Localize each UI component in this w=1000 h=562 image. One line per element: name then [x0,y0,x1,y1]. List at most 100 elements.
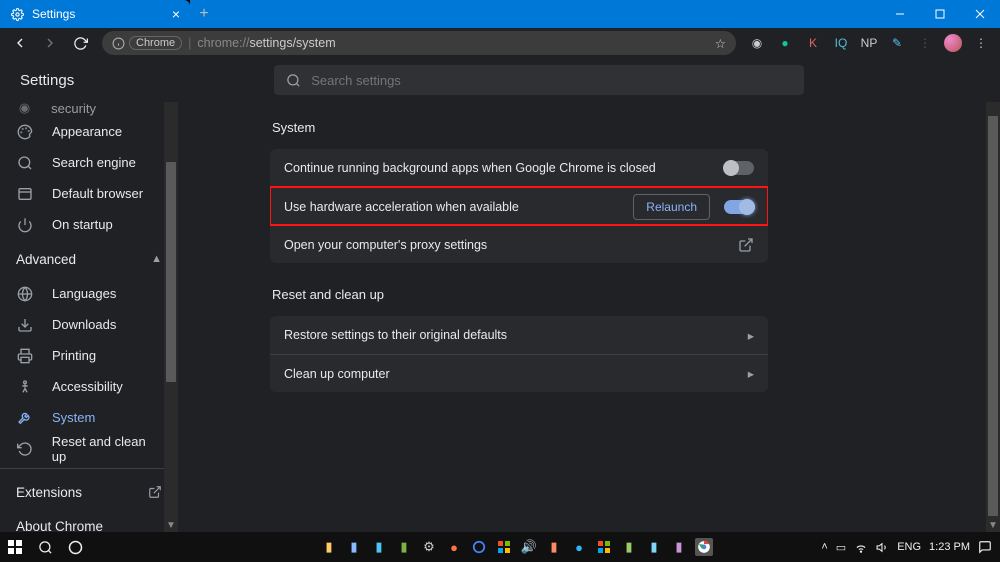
extensions-label: Extensions [16,485,82,500]
sidebar-item-on-startup[interactable]: On startup [0,209,178,240]
sidebar-item-privacy[interactable]: ◉ Privacy and security [0,102,178,116]
sidebar-scrollbar-thumb[interactable] [166,162,176,382]
window-controls [880,0,1000,28]
main-scroll-down-arrow[interactable]: ▼ [986,518,1000,532]
settings-icon[interactable]: ⚙ [420,538,438,556]
language-indicator[interactable]: ENG [897,541,921,553]
k-extension-icon[interactable]: K [800,32,826,54]
notifications-icon[interactable] [978,540,992,554]
wifi-icon[interactable] [854,540,868,554]
toggle-background-apps[interactable] [724,161,754,175]
url-input[interactable]: Chrome | chrome://settings/system ☆ [102,31,736,55]
bookmark-star-icon[interactable]: ☆ [715,36,726,51]
address-bar: Chrome | chrome://settings/system ☆ ◉ ● … [0,28,1000,58]
row-cleanup-computer[interactable]: Clean up computer ▸ [270,354,768,392]
chrome-menu-button[interactable]: ⋮ [968,32,994,54]
sidebar-item-appearance[interactable]: Appearance [0,116,178,147]
search-icon [16,155,34,171]
about-label: About Chrome [16,519,103,533]
power-icon [16,217,34,233]
sidebar-item-search-engine[interactable]: Search engine [0,147,178,178]
row-hardware-acceleration[interactable]: Use hardware acceleration when available… [270,187,768,225]
external-link-icon [738,237,754,253]
sidebar-item-label: Languages [52,286,116,301]
new-tab-button[interactable]: + [190,0,218,28]
app3-icon[interactable]: ▮ [620,538,638,556]
pen-extension-icon[interactable]: ✎ [884,32,910,54]
minimize-button[interactable] [880,0,920,28]
row-label: Clean up computer [284,367,390,381]
sound-icon[interactable] [876,541,889,554]
sidebar-item-printing[interactable]: Printing [0,340,178,371]
main-scrollbar-thumb[interactable] [988,116,998,516]
ms2-icon[interactable] [595,538,613,556]
page-header: Settings [0,58,1000,102]
volume-icon[interactable]: 🔊 [520,538,538,556]
tab-title: Settings [32,7,75,21]
sidebar-advanced-toggle[interactable]: Advanced ▲ [0,240,178,278]
store-icon[interactable]: ▮ [345,538,363,556]
sidebar-item-default-browser[interactable]: Default browser [0,178,178,209]
mail-icon[interactable]: ▮ [370,538,388,556]
sidebar-item-label: Downloads [52,317,116,332]
shield-icon: ◉ [16,102,33,116]
search-button[interactable] [30,532,60,562]
sidebar-item-label: Default browser [52,186,143,201]
start-button[interactable] [0,532,30,562]
tray-chevron-icon[interactable]: ˄ [821,541,827,553]
row-background-apps[interactable]: Continue running background apps when Go… [270,149,768,187]
ms-icon[interactable] [495,538,513,556]
chrome-taskbar-icon[interactable] [695,538,713,556]
main-scrollbar-track[interactable] [986,102,1000,532]
row-label: Restore settings to their original defau… [284,328,507,342]
row-restore-defaults[interactable]: Restore settings to their original defau… [270,316,768,354]
reload-button[interactable] [66,29,94,57]
profile-avatar[interactable] [940,32,966,54]
addr-separator: | [188,36,191,50]
browser-tab[interactable]: Settings × [0,0,190,28]
sidebar-item-languages[interactable]: Languages [0,278,178,309]
sidebar-item-downloads[interactable]: Downloads [0,309,178,340]
print-icon [16,348,34,364]
gear-icon [10,7,24,21]
sidebar-about-chrome[interactable]: About Chrome [0,511,178,532]
settings-search-input[interactable] [311,73,792,88]
sidebar-item-reset[interactable]: Reset and clean up [0,433,178,464]
np-extension-icon[interactable]: NP [856,32,882,54]
toggle-hardware-acceleration[interactable] [724,200,754,214]
cortana-button[interactable] [60,532,90,562]
forward-button[interactable] [36,29,64,57]
app5-icon[interactable]: ▮ [670,538,688,556]
iq-extension-icon[interactable]: IQ [828,32,854,54]
close-window-button[interactable] [960,0,1000,28]
titlebar-drag-area[interactable] [218,0,880,28]
clock[interactable]: 1:23 PM [929,541,970,553]
edge-icon[interactable]: ● [570,538,588,556]
battery-icon[interactable]: ▭ [836,541,846,554]
firefox-icon[interactable]: ● [445,538,463,556]
maximize-button[interactable] [920,0,960,28]
sidebar-scrollbar-track[interactable] [164,102,178,532]
close-tab-button[interactable]: × [172,6,180,22]
sidebar-item-label: Reset and clean up [52,434,162,464]
grammarly-extension-icon[interactable]: ● [772,32,798,54]
back-button[interactable] [6,29,34,57]
google-icon[interactable] [470,538,488,556]
sidebar-item-accessibility[interactable]: Accessibility [0,371,178,402]
download-icon [16,317,34,333]
relaunch-button[interactable]: Relaunch [633,194,710,220]
camera-extension-icon[interactable]: ◉ [744,32,770,54]
row-proxy-settings[interactable]: Open your computer's proxy settings [270,225,768,263]
globe-icon [16,286,34,302]
wrench-icon [16,410,34,426]
app2-icon[interactable]: ▮ [545,538,563,556]
settings-search[interactable] [274,65,804,95]
explorer-icon[interactable]: ▮ [320,538,338,556]
reset-section-title: Reset and clean up [272,287,768,302]
app-icon[interactable]: ▮ [395,538,413,556]
sidebar-item-system[interactable]: System [0,402,178,433]
sidebar-extensions-link[interactable]: Extensions [0,473,178,511]
scroll-down-arrow[interactable]: ▼ [164,518,178,532]
app4-icon[interactable]: ▮ [645,538,663,556]
taskbar-apps: ▮ ▮ ▮ ▮ ⚙ ● 🔊 ▮ ● ▮ ▮ ▮ [320,538,713,556]
